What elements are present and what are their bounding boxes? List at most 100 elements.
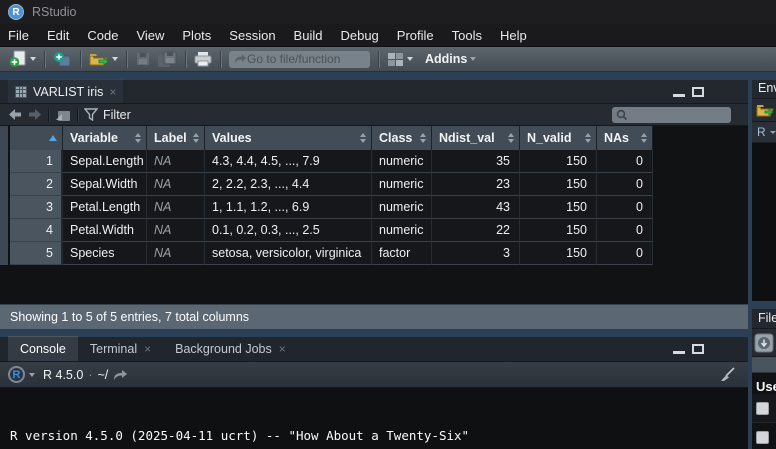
menu-edit[interactable]: Edit	[38, 24, 78, 47]
tab-terminal[interactable]: Terminal	[78, 336, 163, 361]
cell-variable: Sepal.Length	[63, 150, 147, 173]
col-label-header[interactable]: Label	[147, 126, 205, 150]
package-checkbox[interactable]	[756, 431, 769, 444]
print-button[interactable]	[191, 49, 215, 70]
minimize-icon[interactable]	[673, 351, 685, 354]
menu-help[interactable]: Help	[491, 24, 536, 47]
viewer-search-box[interactable]	[612, 107, 731, 123]
viewer-tabstrip: VARLIST iris	[0, 80, 748, 104]
load-workspace-folder-icon[interactable]	[756, 102, 776, 118]
install-packages-icon[interactable]	[754, 333, 774, 353]
table-row[interactable]: 2 Sepal.Width NA 2, 2.2, 2.3, ..., 4.4 n…	[10, 173, 653, 196]
new-project-button[interactable]	[50, 49, 75, 70]
col-nas-header[interactable]: NAs	[597, 126, 653, 150]
cell-variable: Sepal.Width	[63, 173, 147, 196]
goto-file-input[interactable]	[247, 52, 357, 66]
package-checkbox[interactable]	[756, 402, 769, 415]
main-toolbar: Addins	[0, 47, 776, 72]
close-icon[interactable]	[109, 86, 116, 98]
menu-build[interactable]: Build	[285, 24, 332, 47]
tab-environment[interactable]: Environment	[758, 81, 776, 95]
pane-layout-icon	[387, 52, 404, 67]
cell-variable: Petal.Length	[63, 196, 147, 219]
col-nvalid-header[interactable]: N_valid	[520, 126, 597, 150]
cell-variable: Species	[63, 242, 147, 265]
open-file-caret-icon	[112, 57, 118, 61]
goto-file-search[interactable]	[229, 51, 370, 68]
tab-background-jobs[interactable]: Background Jobs	[163, 336, 298, 361]
col-class-header[interactable]: Class	[372, 126, 432, 150]
r-version-icon: R	[8, 366, 25, 383]
filter-icon[interactable]	[84, 108, 98, 121]
save-all-button[interactable]	[154, 49, 180, 70]
minimize-icon[interactable]	[673, 94, 685, 97]
popout-window-icon[interactable]	[55, 108, 71, 122]
menu-view[interactable]: View	[127, 24, 173, 47]
forward-icon[interactable]	[27, 108, 42, 121]
sort-icon	[420, 133, 426, 143]
cell-nvalid: 150	[520, 242, 597, 265]
col-rownum-header[interactable]	[10, 126, 63, 150]
menu-code[interactable]: Code	[78, 24, 127, 47]
menu-plots[interactable]: Plots	[173, 24, 220, 47]
close-icon[interactable]	[144, 343, 151, 355]
environment-pane: Environment R	[752, 80, 776, 301]
col-ndistval-header[interactable]: Ndist_val	[432, 126, 520, 150]
close-icon[interactable]	[279, 343, 286, 355]
addins-button[interactable]: Addins	[416, 49, 479, 70]
pane-layout-button[interactable]	[384, 49, 416, 70]
back-icon[interactable]	[8, 108, 23, 121]
col-label: N_valid	[527, 131, 571, 145]
cell-rownum: 4	[10, 219, 63, 242]
viewer-window-controls	[673, 87, 704, 97]
menu-tools[interactable]: Tools	[443, 24, 491, 47]
tab-console[interactable]: Console	[8, 336, 78, 361]
menu-profile[interactable]: Profile	[388, 24, 443, 47]
cell-nvalid: 150	[520, 196, 597, 219]
toolbar-separator	[185, 51, 186, 68]
table-row[interactable]: 1 Sepal.Length NA 4.3, 4.4, 4.5, ..., 7.…	[10, 150, 653, 173]
table-row[interactable]: 4 Petal.Width NA 0.1, 0.2, 0.3, ..., 2.5…	[10, 219, 653, 242]
maximize-icon[interactable]	[692, 344, 704, 354]
data-grid-icon	[15, 86, 27, 98]
cell-values: 4.3, 4.4, 4.5, ..., 7.9	[205, 150, 372, 173]
menu-session[interactable]: Session	[220, 24, 284, 47]
table-row[interactable]: 3 Petal.Length NA 1, 1.1, 1.2, ..., 6.9 …	[10, 196, 653, 219]
cell-class: numeric	[372, 196, 432, 219]
cell-label: NA	[147, 150, 205, 173]
new-project-icon	[53, 50, 72, 68]
sort-icon	[360, 133, 366, 143]
console-output[interactable]: R version 4.5.0 (2025-04-11 ucrt) -- "Ho…	[0, 388, 748, 449]
save-button[interactable]	[132, 49, 154, 70]
pane-layout-caret-icon	[407, 57, 413, 61]
cell-values: 0.1, 0.2, 0.3, ..., 2.5	[205, 219, 372, 242]
menu-debug[interactable]: Debug	[331, 24, 387, 47]
filter-button-label[interactable]: Filter	[103, 108, 131, 122]
open-in-window-icon[interactable]	[113, 369, 128, 381]
environment-toolbar	[752, 99, 776, 122]
new-file-icon	[9, 50, 27, 68]
col-variable-header[interactable]: Variable	[63, 126, 147, 150]
working-directory-label: ~/	[97, 368, 108, 382]
viewer-search-input[interactable]	[628, 109, 720, 121]
environment-r-dropdown[interactable]: R	[752, 122, 776, 143]
tab-varlist-iris[interactable]: VARLIST iris	[8, 79, 123, 103]
maximize-icon[interactable]	[692, 87, 704, 97]
cell-nvalid: 150	[520, 150, 597, 173]
data-viewer-pane: VARLIST iris Filter	[0, 80, 748, 329]
table-header-row: Variable Label Values Class Ndist_val N_…	[10, 126, 653, 150]
save-all-icon	[157, 51, 177, 68]
tab-files[interactable]: Files	[758, 311, 776, 325]
menu-file[interactable]: File	[0, 24, 38, 47]
new-file-button[interactable]	[6, 49, 39, 70]
clear-console-icon[interactable]	[718, 367, 736, 383]
cell-nas: 0	[597, 196, 653, 219]
r-version-caret-icon[interactable]	[29, 373, 35, 377]
cell-rownum: 1	[10, 150, 63, 173]
entries-summary: Showing 1 to 5 of 5 entries, 7 total col…	[10, 310, 249, 324]
table-row[interactable]: 5 Species NA setosa, versicolor, virgini…	[10, 242, 653, 265]
open-file-button[interactable]	[86, 49, 121, 70]
col-values-header[interactable]: Values	[205, 126, 372, 150]
cell-nas: 0	[597, 173, 653, 196]
cell-ndistval: 22	[432, 219, 520, 242]
